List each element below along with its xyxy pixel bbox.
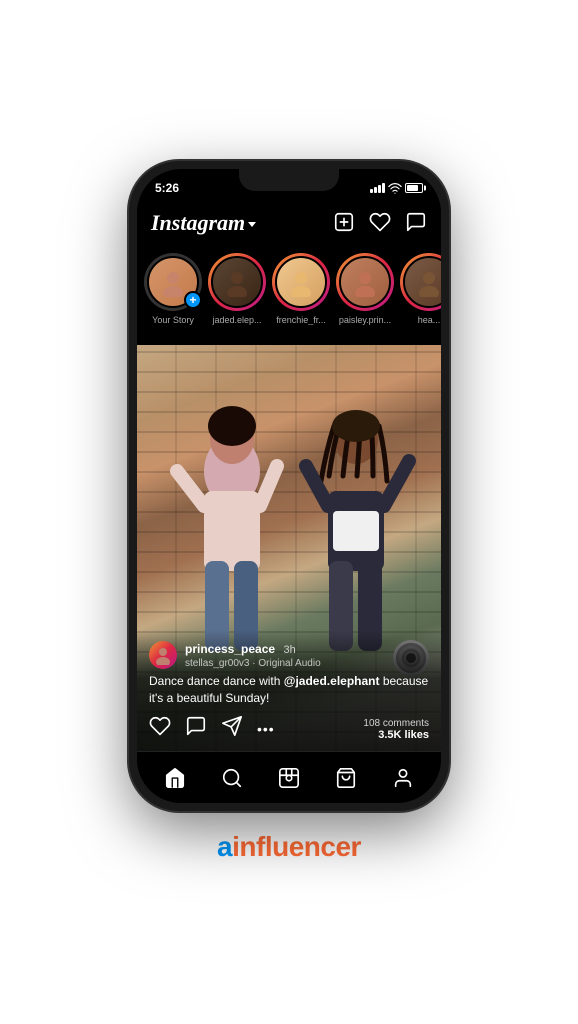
brand-prefix: a	[217, 831, 232, 862]
messenger-icon[interactable]	[405, 211, 427, 236]
brand-suffix: influencer	[232, 831, 361, 862]
stories-row: + Your Story	[137, 245, 441, 345]
post-audio-info: stellas_gr00v3 · Original Audio	[185, 658, 429, 669]
post-caption: Dance dance dance with @jaded.elephant b…	[149, 673, 429, 707]
story-item-frenchie[interactable]: frenchie_fr...	[273, 253, 329, 325]
post-username[interactable]: princess_peace 3h	[185, 640, 429, 658]
post-user-info: princess_peace 3h stellas_gr00v3 · Origi…	[185, 640, 429, 669]
nav-home-icon[interactable]	[156, 759, 194, 797]
story-item-paisley[interactable]: paisley.prin...	[337, 253, 393, 325]
nav-profile-icon[interactable]	[384, 759, 422, 797]
phone-frame: 5:26	[129, 161, 449, 811]
post-image: princess_peace 3h stellas_gr00v3 · Origi…	[137, 345, 441, 751]
battery-icon	[405, 183, 423, 193]
story-item-jaded-elephant[interactable]: jaded.elep...	[209, 253, 265, 325]
story-label-frenchie: frenchie_fr...	[276, 315, 326, 325]
status-icons	[370, 181, 423, 195]
like-icon[interactable]	[149, 715, 171, 743]
more-icon[interactable]: •••	[257, 721, 275, 737]
share-icon[interactable]	[221, 715, 243, 743]
post-people	[137, 391, 441, 671]
add-story-badge: +	[184, 291, 202, 309]
post-overlay: princess_peace 3h stellas_gr00v3 · Origi…	[137, 630, 441, 751]
signal-icon	[370, 183, 385, 193]
add-post-icon[interactable]	[333, 211, 355, 236]
nav-reels-icon[interactable]	[270, 759, 308, 797]
story-item-hea[interactable]: hea...	[401, 253, 441, 325]
comment-icon[interactable]	[185, 715, 207, 743]
story-label-paisley: paisley.prin...	[339, 315, 391, 325]
app-header: Instagram	[137, 201, 441, 245]
status-time: 5:26	[155, 181, 179, 195]
jaded-elephant-avatar	[211, 256, 263, 308]
wifi-icon	[388, 181, 402, 195]
story-item-your-story[interactable]: + Your Story	[145, 253, 201, 325]
post-actions: ••• 108 comments 3.5K likes	[149, 715, 429, 743]
notifications-icon[interactable]	[369, 211, 391, 236]
story-label-hea: hea...	[418, 315, 441, 325]
comments-count: 108 comments	[363, 718, 429, 729]
hea-avatar	[403, 256, 441, 308]
instagram-logo: Instagram	[151, 210, 256, 236]
header-actions	[333, 211, 427, 236]
frenchie-avatar	[275, 256, 327, 308]
post-area: princess_peace 3h stellas_gr00v3 · Origi…	[137, 345, 441, 751]
post-user-row: princess_peace 3h stellas_gr00v3 · Origi…	[149, 640, 429, 669]
post-time: 3h	[284, 644, 296, 656]
post-stats: 108 comments 3.5K likes	[363, 718, 429, 741]
likes-count: 3.5K likes	[363, 729, 429, 741]
story-label-jaded-elephant: jaded.elep...	[212, 315, 261, 325]
dropdown-chevron-icon[interactable]	[248, 222, 256, 227]
story-label-your-story: Your Story	[152, 315, 194, 325]
nav-search-icon[interactable]	[213, 759, 251, 797]
phone-screen: 5:26	[137, 169, 441, 803]
post-user-avatar	[149, 641, 177, 669]
post-mention[interactable]: @jaded.elephant	[284, 674, 380, 688]
paisley-avatar	[339, 256, 391, 308]
brand-footer: ainfluencer	[217, 831, 361, 863]
page-wrapper: 5:26	[0, 0, 578, 1024]
bottom-nav	[137, 751, 441, 803]
instagram-wordmark: Instagram	[151, 210, 245, 236]
nav-shop-icon[interactable]	[327, 759, 365, 797]
phone-notch	[239, 169, 339, 191]
